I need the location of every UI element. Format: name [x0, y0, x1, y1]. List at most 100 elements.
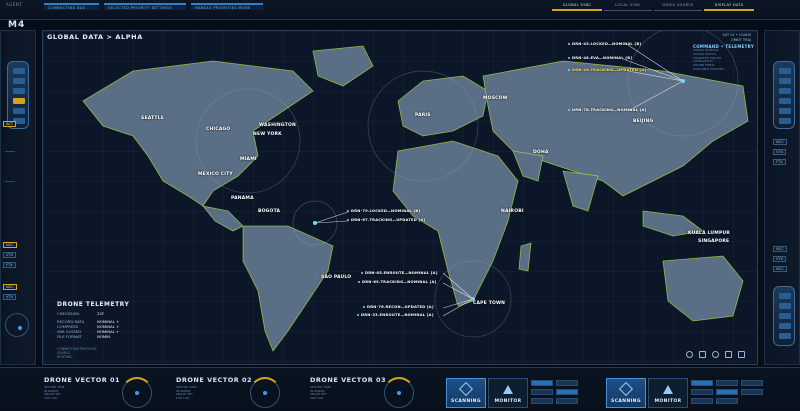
agent-ident: AGENT — [6, 2, 23, 7]
drone-label[interactable]: DRN-67.TRACKING—UPDATED [A] — [347, 218, 425, 222]
status-cell[interactable] — [691, 398, 713, 404]
telemetry-value: NOMIN — [97, 334, 111, 339]
status-cell[interactable] — [741, 380, 763, 386]
status-cell[interactable] — [531, 380, 553, 386]
status-cell[interactable] — [716, 389, 738, 395]
left-key-act[interactable]: ACT — [3, 121, 17, 127]
scanning-button-2[interactable]: SCANNING — [606, 378, 646, 408]
vector-line: FILE LOG — [176, 395, 190, 400]
drone-label[interactable]: DRN-69.TRACKING—NOMINAL [A] — [358, 280, 436, 284]
vector-03-reticle[interactable] — [383, 377, 415, 408]
right-key-ftx[interactable]: FTX — [773, 159, 786, 165]
monitor-button-2[interactable]: MONITOR — [648, 378, 688, 408]
monitor-icon — [503, 385, 513, 394]
map-controls — [686, 351, 745, 358]
fullscreen-icon[interactable] — [738, 351, 745, 358]
drone-label[interactable]: DRN-78.TRACKING—NOMINAL [A] — [568, 108, 646, 112]
right-key-vtx[interactable]: VTX — [773, 149, 787, 155]
right-key-ncc-3[interactable]: NCC — [773, 266, 787, 272]
footer-line: ROUTING — [57, 355, 72, 359]
vector-line: FILE LOG — [310, 395, 324, 400]
vector-details: VECTOR TIME IN RANGE ANGLE SET FILE LOG — [176, 385, 252, 400]
map-subtitle: SAT LV • LOADS ORBIT TRAJ — [723, 33, 751, 43]
left-control-pad[interactable] — [7, 61, 29, 129]
status-cell[interactable] — [531, 389, 553, 395]
status-cell[interactable] — [556, 380, 578, 386]
right-key-ncc-2[interactable]: NCC — [773, 246, 787, 252]
vector-02-reticle[interactable] — [249, 377, 281, 408]
right-control-pad[interactable] — [773, 61, 795, 129]
media-source-button[interactable]: MEDIA SOURCE — [654, 2, 702, 11]
drone-telemetry-panel: DRONE TELEMETRY CHECKSUM: 22F RECORD DAT… — [57, 301, 167, 359]
global-sync-button[interactable]: GLOBAL SYNC — [552, 2, 602, 11]
city-label: KUALA LUMPUR — [688, 231, 730, 236]
drone-label[interactable]: DRN-45.LOCKED—NOMINAL [B] — [568, 42, 641, 46]
drone-label[interactable]: DRN-33.ENROUTE—NOMINAL [A] — [357, 313, 434, 317]
status-cell[interactable] — [741, 389, 763, 395]
left-key-ftx[interactable]: FTX — [3, 262, 16, 268]
drone-vector-03[interactable]: DRONE VECTOR 03 VECTOR TIME IN RANGE ANG… — [310, 376, 386, 400]
drone-label[interactable]: DRN-26.TRACKING—UPDATED [A] — [568, 68, 646, 72]
right-key-vtx-2[interactable]: VTX — [773, 256, 787, 262]
drone-vector-01[interactable]: DRONE VECTOR 01 VECTOR TIME IN RANGE ANG… — [44, 376, 120, 400]
drone-label[interactable]: DRN-76.RECON—UPDATED [A] — [363, 305, 434, 309]
status-cell[interactable] — [556, 398, 578, 404]
checksum-value: 22F — [97, 311, 105, 316]
city-label: WASHINGTON — [259, 123, 296, 128]
drone-label[interactable]: DRN-79.LOCKED—NOMINAL [B] — [347, 209, 420, 213]
status-cell[interactable] — [531, 398, 553, 404]
right-rail: NCC VTX FTX NCC VTX NCC — [764, 30, 800, 365]
map-sub-line: ORBIT TRAJ — [730, 38, 751, 42]
vector-title: DRONE VECTOR 01 — [44, 376, 121, 384]
city-label: MOSCOW — [483, 96, 508, 101]
monitor-icon — [663, 385, 673, 394]
telemetry-footer: CONNECTION PROTOCOL SOURCE ROUTING — [57, 347, 167, 359]
right-key-ncc[interactable]: NCC — [773, 139, 787, 145]
layers-icon[interactable] — [699, 351, 706, 358]
monitor-button[interactable]: MONITOR — [488, 378, 528, 408]
city-label: MIAMI — [240, 157, 257, 162]
city-label: BOGOTA — [258, 209, 281, 214]
map-title: GLOBAL DATA > ALPHA — [47, 33, 143, 41]
city-label: CAPE TOWN — [473, 301, 506, 306]
telemetry-row: FILE FORMAT NOMIN — [57, 334, 167, 339]
checksum-label: CHECKSUM: — [57, 311, 80, 316]
tab-priority-settings[interactable]: SELECTED PRIORITY SETTINGS — [104, 3, 186, 10]
local-sync-button[interactable]: LOCAL SYNC — [604, 2, 652, 11]
telemetry-key: FILE FORMAT — [57, 334, 82, 339]
vector-details: VECTOR TIME IN RANGE ANGLE SET FILE LOG — [310, 385, 386, 400]
city-label: PARIS — [415, 113, 431, 118]
tab-connecting[interactable]: CONNECTING BAS — [44, 3, 99, 10]
scan-icon — [458, 381, 474, 397]
drone-vector-02[interactable]: DRONE VECTOR 02 VECTOR TIME IN RANGE ANG… — [176, 376, 252, 400]
city-label: MEXICO CITY — [198, 172, 233, 177]
drone-label[interactable]: DRN-48.EVA—NOMINAL [B] — [568, 56, 632, 60]
city-label: CHICAGO — [206, 127, 231, 132]
status-cell[interactable] — [716, 380, 738, 386]
vector-line: FILE LOG — [44, 395, 58, 400]
vector-details: VECTOR TIME IN RANGE ANGLE SET FILE LOG — [44, 385, 120, 400]
left-dial[interactable] — [5, 313, 29, 337]
left-key-vtx[interactable]: VTX — [3, 252, 17, 258]
world-map[interactable]: GLOBAL DATA > ALPHA SAT LV • LOADS ORBIT… — [42, 30, 758, 365]
tab-priorities-mode[interactable]: HANDLE PRIORITIES MODE — [191, 3, 263, 10]
status-cell[interactable] — [556, 389, 578, 395]
status-cell[interactable] — [716, 398, 738, 404]
status-cell[interactable] — [691, 380, 713, 386]
drone-label[interactable]: DRN-65.ENROUTE—NOMINAL [A] — [361, 271, 438, 275]
scanning-button[interactable]: SCANNING — [446, 378, 486, 408]
pan-icon[interactable] — [725, 351, 732, 358]
status-cell[interactable] — [691, 389, 713, 395]
left-key-vtx-2[interactable]: VTX — [3, 294, 17, 300]
vector-01-reticle[interactable] — [121, 377, 153, 408]
city-label: NEW YORK — [253, 132, 282, 137]
city-label: SEATTLE — [141, 116, 165, 121]
zoom-icon[interactable] — [712, 351, 719, 358]
right-lower-pad[interactable] — [773, 286, 795, 346]
vector-title: DRONE VECTOR 03 — [310, 376, 387, 384]
left-key-ncc[interactable]: NCC — [3, 242, 17, 248]
monitor-label: MONITOR — [654, 399, 682, 404]
target-icon[interactable] — [686, 351, 693, 358]
left-key-ncc-2[interactable]: NCC — [3, 284, 17, 290]
display-data-button[interactable]: DISPLAY DATA — [704, 2, 754, 11]
